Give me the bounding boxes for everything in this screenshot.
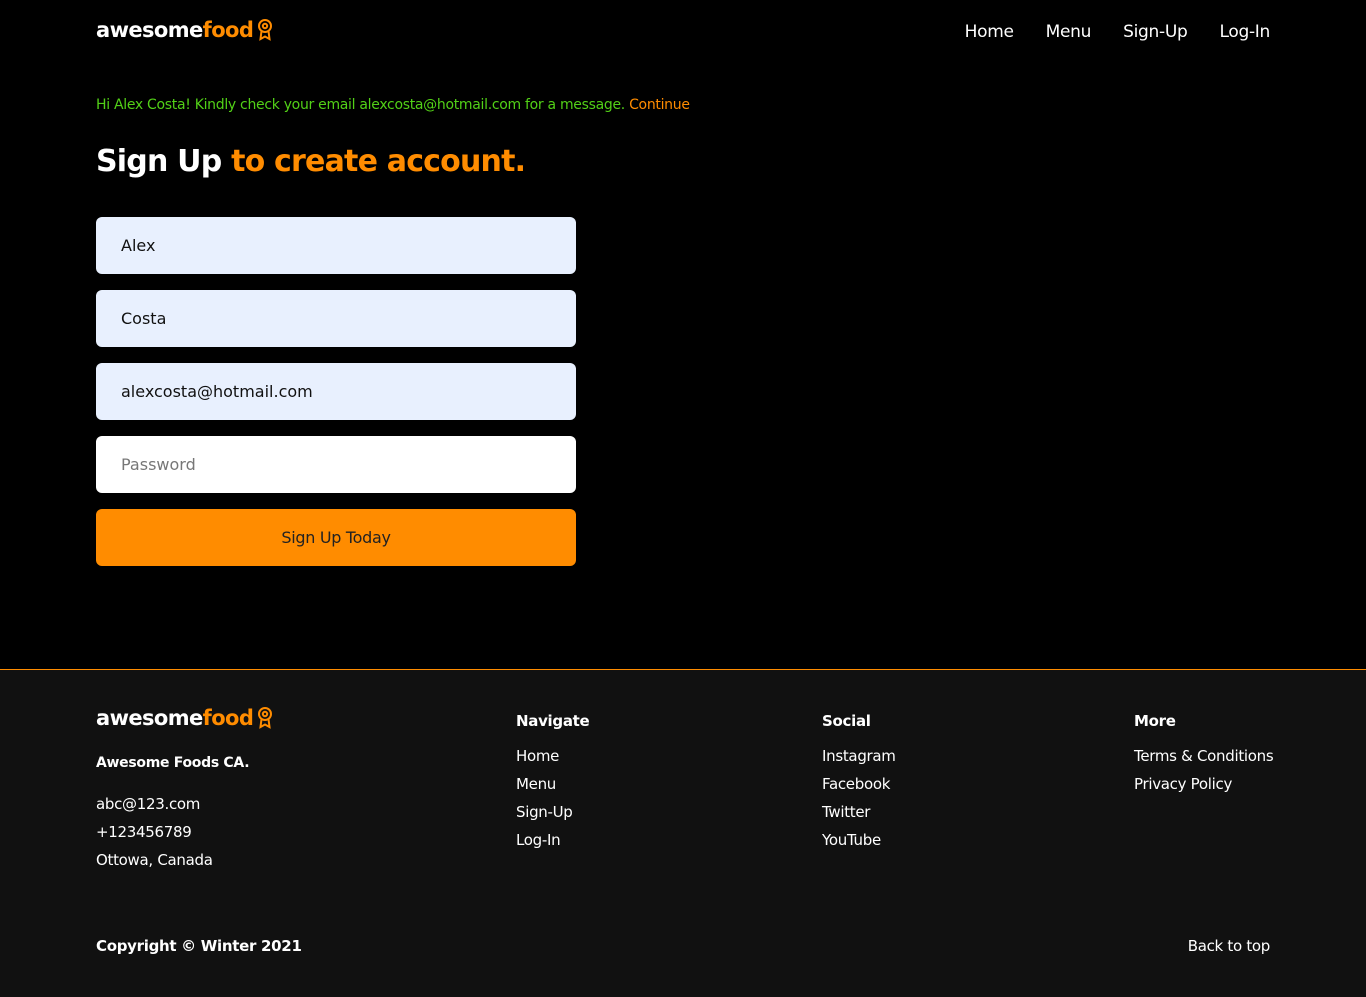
footer-social-column: Social Instagram Facebook Twitter YouTub… (822, 712, 896, 854)
top-navbar: awesome food Home Menu Sign-Up Log-In (0, 0, 1366, 68)
footer-link-facebook[interactable]: Facebook (822, 775, 890, 793)
footer-link-home[interactable]: Home (516, 747, 559, 765)
footer-logo[interactable]: awesome food (96, 706, 273, 730)
footer-link-youtube[interactable]: YouTube (822, 831, 881, 849)
footer-link-instagram[interactable]: Instagram (822, 747, 896, 765)
footer-logo-text-food: food (202, 706, 254, 730)
contact-info: abc@123.com +123456789 Ottowa, Canada (96, 790, 213, 874)
footer-logo-text-awesome: awesome (96, 706, 203, 730)
heading-accent: to create account. (231, 144, 526, 179)
main-nav: Home Menu Sign-Up Log-In (965, 22, 1271, 42)
award-badge-icon (257, 707, 273, 729)
footer-more-column: More Terms & Conditions Privacy Policy (1134, 712, 1274, 798)
footer-navigate-column: Navigate Home Menu Sign-Up Log-In (516, 712, 590, 854)
company-name: Awesome Foods CA. (96, 755, 250, 771)
password-field[interactable] (96, 436, 576, 493)
footer-link-signup[interactable]: Sign-Up (516, 803, 573, 821)
footer-link-twitter[interactable]: Twitter (822, 803, 870, 821)
nav-menu-link[interactable]: Menu (1046, 22, 1092, 42)
copyright-text: Copyright © Winter 2021 (96, 937, 302, 955)
social-heading: Social (822, 712, 871, 730)
footer-link-terms[interactable]: Terms & Conditions (1134, 747, 1274, 765)
nav-login-link[interactable]: Log-In (1220, 22, 1271, 42)
first-name-field[interactable] (96, 217, 576, 274)
back-to-top-link[interactable]: Back to top (1188, 937, 1271, 955)
continue-link[interactable]: Continue (629, 97, 690, 113)
logo-text-awesome: awesome (96, 18, 203, 42)
award-badge-icon (257, 19, 273, 41)
contact-email: abc@123.com (96, 795, 201, 813)
site-logo[interactable]: awesome food (96, 18, 273, 42)
signup-heading: Sign Up to create account. (96, 144, 526, 179)
footer-link-login[interactable]: Log-In (516, 831, 561, 849)
navigate-heading: Navigate (516, 712, 590, 730)
contact-phone: +123456789 (96, 823, 192, 841)
heading-main: Sign Up (96, 144, 222, 179)
footer-link-privacy[interactable]: Privacy Policy (1134, 775, 1232, 793)
email-field[interactable] (96, 363, 576, 420)
sign-up-button[interactable]: Sign Up Today (96, 509, 576, 566)
logo-text-food: food (202, 18, 254, 42)
success-alert: Hi Alex Costa! Kindly check your email a… (96, 97, 690, 113)
nav-signup-link[interactable]: Sign-Up (1123, 22, 1188, 42)
last-name-field[interactable] (96, 290, 576, 347)
footer-link-menu[interactable]: Menu (516, 775, 556, 793)
nav-home-link[interactable]: Home (965, 22, 1014, 42)
contact-location: Ottowa, Canada (96, 851, 213, 869)
more-heading: More (1134, 712, 1176, 730)
site-footer: awesome food Awesome Foods CA. abc@123.co… (0, 669, 1366, 997)
alert-message: Hi Alex Costa! Kindly check your email a… (96, 97, 625, 113)
